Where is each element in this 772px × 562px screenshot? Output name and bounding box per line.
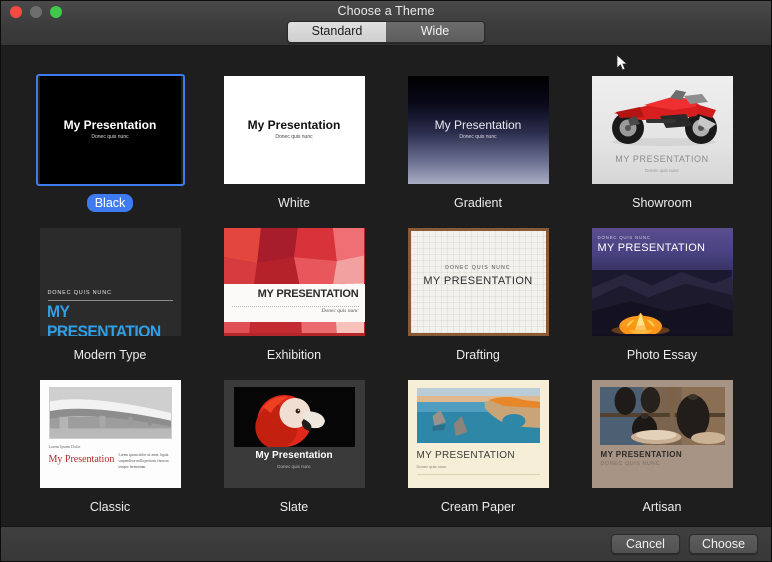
choose-theme-dialog: Choose a Theme Standard Wide My Presenta…: [0, 0, 772, 562]
choose-button[interactable]: Choose: [689, 534, 758, 554]
slide-kicker: DONEC QUIS NUNC: [47, 290, 112, 296]
theme-preview-slate: My Presentation Donec quis nunc: [223, 380, 365, 488]
theme-preview-classic: Lorem Ipsum Dolor My Presentation Lorem …: [39, 380, 181, 488]
cancel-button[interactable]: Cancel: [611, 534, 680, 554]
theme-label-slate[interactable]: Slate: [272, 498, 317, 516]
theme-thumbnail-wrap: MY PRESENTATION DONEC QUIS NUNC: [588, 378, 737, 490]
theme-thumbnail-wrap: DONEC QUIS NUNC MY PRESENTATION: [404, 226, 553, 338]
theme-preview-white: My Presentation Donec quis nunc: [223, 76, 365, 184]
slide-subtitle: Donec quis nunc: [416, 464, 447, 469]
theme-thumbnail-wrap: My Presentation Donec quis nunc: [220, 378, 369, 490]
theme-tile-slate[interactable]: My Presentation Donec quis nunc Slate: [202, 378, 386, 516]
theme-scroll-area[interactable]: My Presentation Donec quis nunc Black My…: [1, 46, 771, 526]
slide-kicker: Lorem Ipsum Dolor: [48, 444, 81, 449]
slide-subtitle: DONEC QUIS NUNC: [600, 461, 661, 467]
slide-title: My Presentation: [247, 118, 341, 132]
theme-tile-white[interactable]: My Presentation Donec quis nunc White: [202, 74, 386, 212]
title-bar: Choose a Theme Standard Wide: [1, 1, 771, 46]
segment-standard[interactable]: Standard: [288, 22, 386, 42]
theme-tile-modern-type[interactable]: DONEC QUIS NUNC MY PRESENTATION Modern T…: [18, 226, 202, 364]
window-title: Choose a Theme: [337, 4, 435, 18]
theme-label-cream-paper[interactable]: Cream Paper: [433, 498, 523, 516]
slide-kicker: DONEC QUIS NUNC: [445, 265, 511, 271]
theme-thumbnail-wrap: My Presentation Donec quis nunc: [220, 74, 369, 186]
theme-label-artisan[interactable]: Artisan: [635, 498, 690, 516]
theme-thumbnail-wrap: MY PRESENTATION Donec quis nunc: [220, 226, 369, 338]
theme-thumbnail-wrap: My Presentation Donec quis nunc: [35, 74, 185, 186]
slide-kicker: DONEC QUIS NUNC: [597, 235, 651, 240]
slide-title: MY PRESENTATION: [600, 450, 683, 459]
segment-wide[interactable]: Wide: [386, 22, 484, 42]
slide-subtitle: Donec quis nunc: [459, 134, 497, 140]
slide-divider: [416, 474, 540, 475]
theme-thumbnail-wrap: Lorem Ipsum Dolor My Presentation Lorem …: [36, 378, 185, 490]
theme-label-drafting[interactable]: Drafting: [448, 346, 508, 364]
night-camp-photo: [591, 270, 733, 335]
theme-tile-showroom[interactable]: MY PRESENTATION Donec quis nunc Showroom: [570, 74, 754, 212]
slide-title: MY PRESENTATION: [416, 450, 515, 461]
theme-tile-photo-essay[interactable]: DONEC QUIS NUNC MY PRESENTATION Photo Es…: [570, 226, 754, 364]
slide-title: My Presentation: [48, 454, 115, 465]
slide-title: My Presentation: [63, 118, 157, 132]
theme-label-classic[interactable]: Classic: [82, 498, 138, 516]
slide-title: My Presentation: [434, 118, 522, 132]
slide-text-band: MY PRESENTATION Donec quis nunc: [223, 284, 365, 322]
motorcycle-illustration: [611, 90, 717, 146]
theme-preview-modern-type: DONEC QUIS NUNC MY PRESENTATION: [39, 228, 181, 336]
dialog-footer: Cancel Choose: [1, 526, 771, 561]
theme-tile-classic[interactable]: Lorem Ipsum Dolor My Presentation Lorem …: [18, 378, 202, 516]
theme-preview-exhibition: MY PRESENTATION Donec quis nunc: [223, 228, 365, 336]
theme-tile-drafting[interactable]: DONEC QUIS NUNC MY PRESENTATION Drafting: [386, 226, 570, 364]
theme-label-gradient[interactable]: Gradient: [446, 194, 510, 212]
slide-divider: [47, 300, 173, 301]
slide-title: MY PRESENTATION: [46, 302, 161, 336]
bridge-photo: [48, 387, 172, 439]
theme-thumbnail-wrap: MY PRESENTATION Donec quis nunc: [588, 74, 737, 186]
theme-preview-artisan: MY PRESENTATION DONEC QUIS NUNC: [591, 380, 733, 488]
theme-label-white[interactable]: White: [270, 194, 318, 212]
slide-divider: [231, 306, 359, 307]
slide-subtitle: Donec quis nunc: [91, 134, 129, 140]
slide-title: MY PRESENTATION: [423, 275, 533, 287]
theme-tile-exhibition[interactable]: MY PRESENTATION Donec quis nunc Exhibiti…: [202, 226, 386, 364]
pottery-photo: [599, 387, 725, 445]
slide-title: MY PRESENTATION: [615, 154, 709, 164]
theme-tile-gradient[interactable]: My Presentation Donec quis nunc Gradient: [386, 74, 570, 212]
theme-label-modern-type[interactable]: Modern Type: [66, 346, 155, 364]
seascape-photo: [416, 388, 540, 443]
theme-label-exhibition[interactable]: Exhibition: [259, 346, 329, 364]
parrot-photo: [233, 387, 355, 447]
theme-thumbnail-wrap: MY PRESENTATION Donec quis nunc: [404, 378, 553, 490]
theme-label-black[interactable]: Black: [86, 194, 134, 212]
aspect-ratio-segmented-control[interactable]: Standard Wide: [287, 21, 485, 43]
theme-label-showroom[interactable]: Showroom: [624, 194, 700, 212]
theme-label-photo-essay[interactable]: Photo Essay: [619, 346, 705, 364]
theme-thumbnail-wrap: DONEC QUIS NUNC MY PRESENTATION: [588, 226, 737, 338]
slide-subtitle: Donec quis nunc: [277, 464, 311, 469]
theme-tile-black[interactable]: My Presentation Donec quis nunc Black: [18, 74, 202, 212]
slide-subtitle: Donec quis nunc: [645, 168, 679, 173]
slide-subtitle: Donec quis nunc: [321, 308, 359, 314]
theme-preview-cream-paper: MY PRESENTATION Donec quis nunc: [407, 380, 549, 488]
slide-title: MY PRESENTATION: [597, 242, 706, 254]
slide-subtitle: Donec quis nunc: [275, 134, 313, 140]
theme-preview-drafting: DONEC QUIS NUNC MY PRESENTATION: [407, 228, 549, 336]
slide-body-text: Lorem ipsum dolor sit amet, ligula suspe…: [118, 453, 169, 470]
theme-preview-gradient: My Presentation Donec quis nunc: [407, 76, 549, 184]
slide-title: My Presentation: [255, 450, 333, 461]
theme-thumbnail-wrap: My Presentation Donec quis nunc: [404, 74, 553, 186]
theme-tile-artisan[interactable]: MY PRESENTATION DONEC QUIS NUNC Artisan: [570, 378, 754, 516]
theme-tile-cream-paper[interactable]: MY PRESENTATION Donec quis nunc Cream Pa…: [386, 378, 570, 516]
theme-grid: My Presentation Donec quis nunc Black My…: [1, 46, 771, 516]
theme-preview-photo-essay: DONEC QUIS NUNC MY PRESENTATION: [591, 228, 733, 336]
theme-preview-black: My Presentation Donec quis nunc: [39, 76, 181, 184]
slide-title: MY PRESENTATION: [257, 288, 359, 300]
theme-thumbnail-wrap: DONEC QUIS NUNC MY PRESENTATION: [36, 226, 185, 338]
theme-preview-showroom: MY PRESENTATION Donec quis nunc: [591, 76, 733, 184]
